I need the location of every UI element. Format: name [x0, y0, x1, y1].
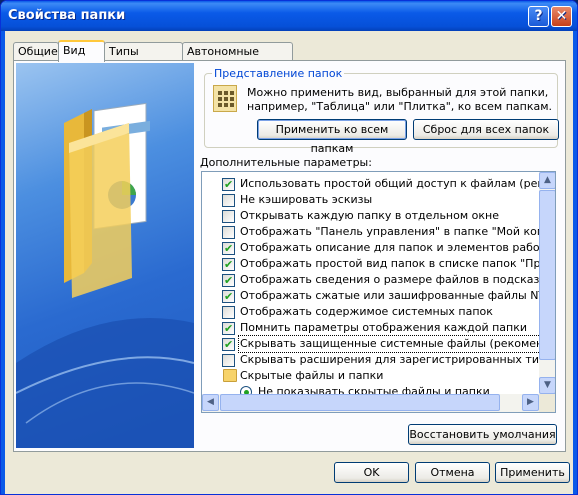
- cancel-button[interactable]: Отмена: [415, 462, 490, 483]
- checkbox[interactable]: [222, 226, 235, 239]
- ok-button[interactable]: OK: [334, 462, 409, 483]
- vertical-scroll-thumb[interactable]: [539, 190, 555, 360]
- checkbox[interactable]: [222, 177, 235, 193]
- tab-general[interactable]: Общие: [13, 42, 59, 61]
- folder-views-title: Представление папок: [212, 67, 345, 80]
- folder-icon: [223, 369, 237, 382]
- checkbox[interactable]: [222, 306, 235, 319]
- view-tab-panel: Представление папок Можно применить вид,…: [13, 60, 566, 452]
- scroll-up-icon[interactable]: ▲: [539, 172, 555, 189]
- reset-all-folders-button[interactable]: Сброс для всех папок: [413, 119, 559, 140]
- folder-views-group: Представление папок Можно применить вид,…: [204, 67, 559, 155]
- window-title: Свойства папки: [8, 8, 126, 23]
- horizontal-scroll-thumb[interactable]: [220, 394, 500, 411]
- restore-defaults-button[interactable]: Восстановить умолчания: [408, 424, 557, 445]
- folder-views-description: Можно применить вид, выбранный для этой …: [247, 86, 553, 113]
- horizontal-scrollbar[interactable]: ◀ ▶: [202, 394, 539, 412]
- radio-button[interactable]: [240, 386, 252, 394]
- window-border-left: [1, 31, 5, 494]
- scroll-down-icon[interactable]: ▼: [539, 377, 555, 394]
- checkbox[interactable]: [222, 273, 235, 289]
- close-icon[interactable]: ✕: [551, 6, 572, 27]
- tab-view[interactable]: Вид: [58, 40, 105, 62]
- folder-options-window: Свойства папки ? ✕ Общие Вид Типы файлов…: [0, 0, 578, 495]
- checkbox[interactable]: [222, 257, 235, 273]
- checkbox[interactable]: [222, 337, 235, 353]
- apply-button[interactable]: Применить: [495, 462, 570, 483]
- scroll-right-icon[interactable]: ▶: [522, 394, 539, 411]
- checkbox[interactable]: [222, 354, 235, 367]
- checkbox[interactable]: [222, 321, 235, 337]
- tab-file-types[interactable]: Типы файлов: [104, 42, 183, 75]
- scroll-left-icon[interactable]: ◀: [202, 394, 219, 411]
- advanced-settings-label: Дополнительные параметры:: [200, 156, 372, 169]
- folder-views-icon: [213, 85, 237, 112]
- checkbox[interactable]: [222, 210, 235, 223]
- apply-to-all-folders-button[interactable]: Применить ко всем папкам: [257, 119, 407, 155]
- folder-illustration: [16, 63, 194, 448]
- advanced-settings-list[interactable]: Использовать простой общий доступ к файл…: [201, 171, 556, 413]
- tab-offline-files[interactable]: Автономные файлы: [182, 42, 293, 75]
- checkbox[interactable]: [222, 289, 235, 305]
- scrollbar-corner: [539, 394, 555, 412]
- checkbox[interactable]: [222, 241, 235, 257]
- vertical-scrollbar[interactable]: ▲ ▼: [539, 172, 555, 394]
- advanced-settings-items: Использовать простой общий доступ к файл…: [202, 172, 539, 394]
- window-border-right: [573, 31, 577, 494]
- title-bar[interactable]: Свойства папки ? ✕: [1, 1, 577, 31]
- help-icon[interactable]: ?: [528, 6, 549, 27]
- checkbox[interactable]: [222, 194, 235, 207]
